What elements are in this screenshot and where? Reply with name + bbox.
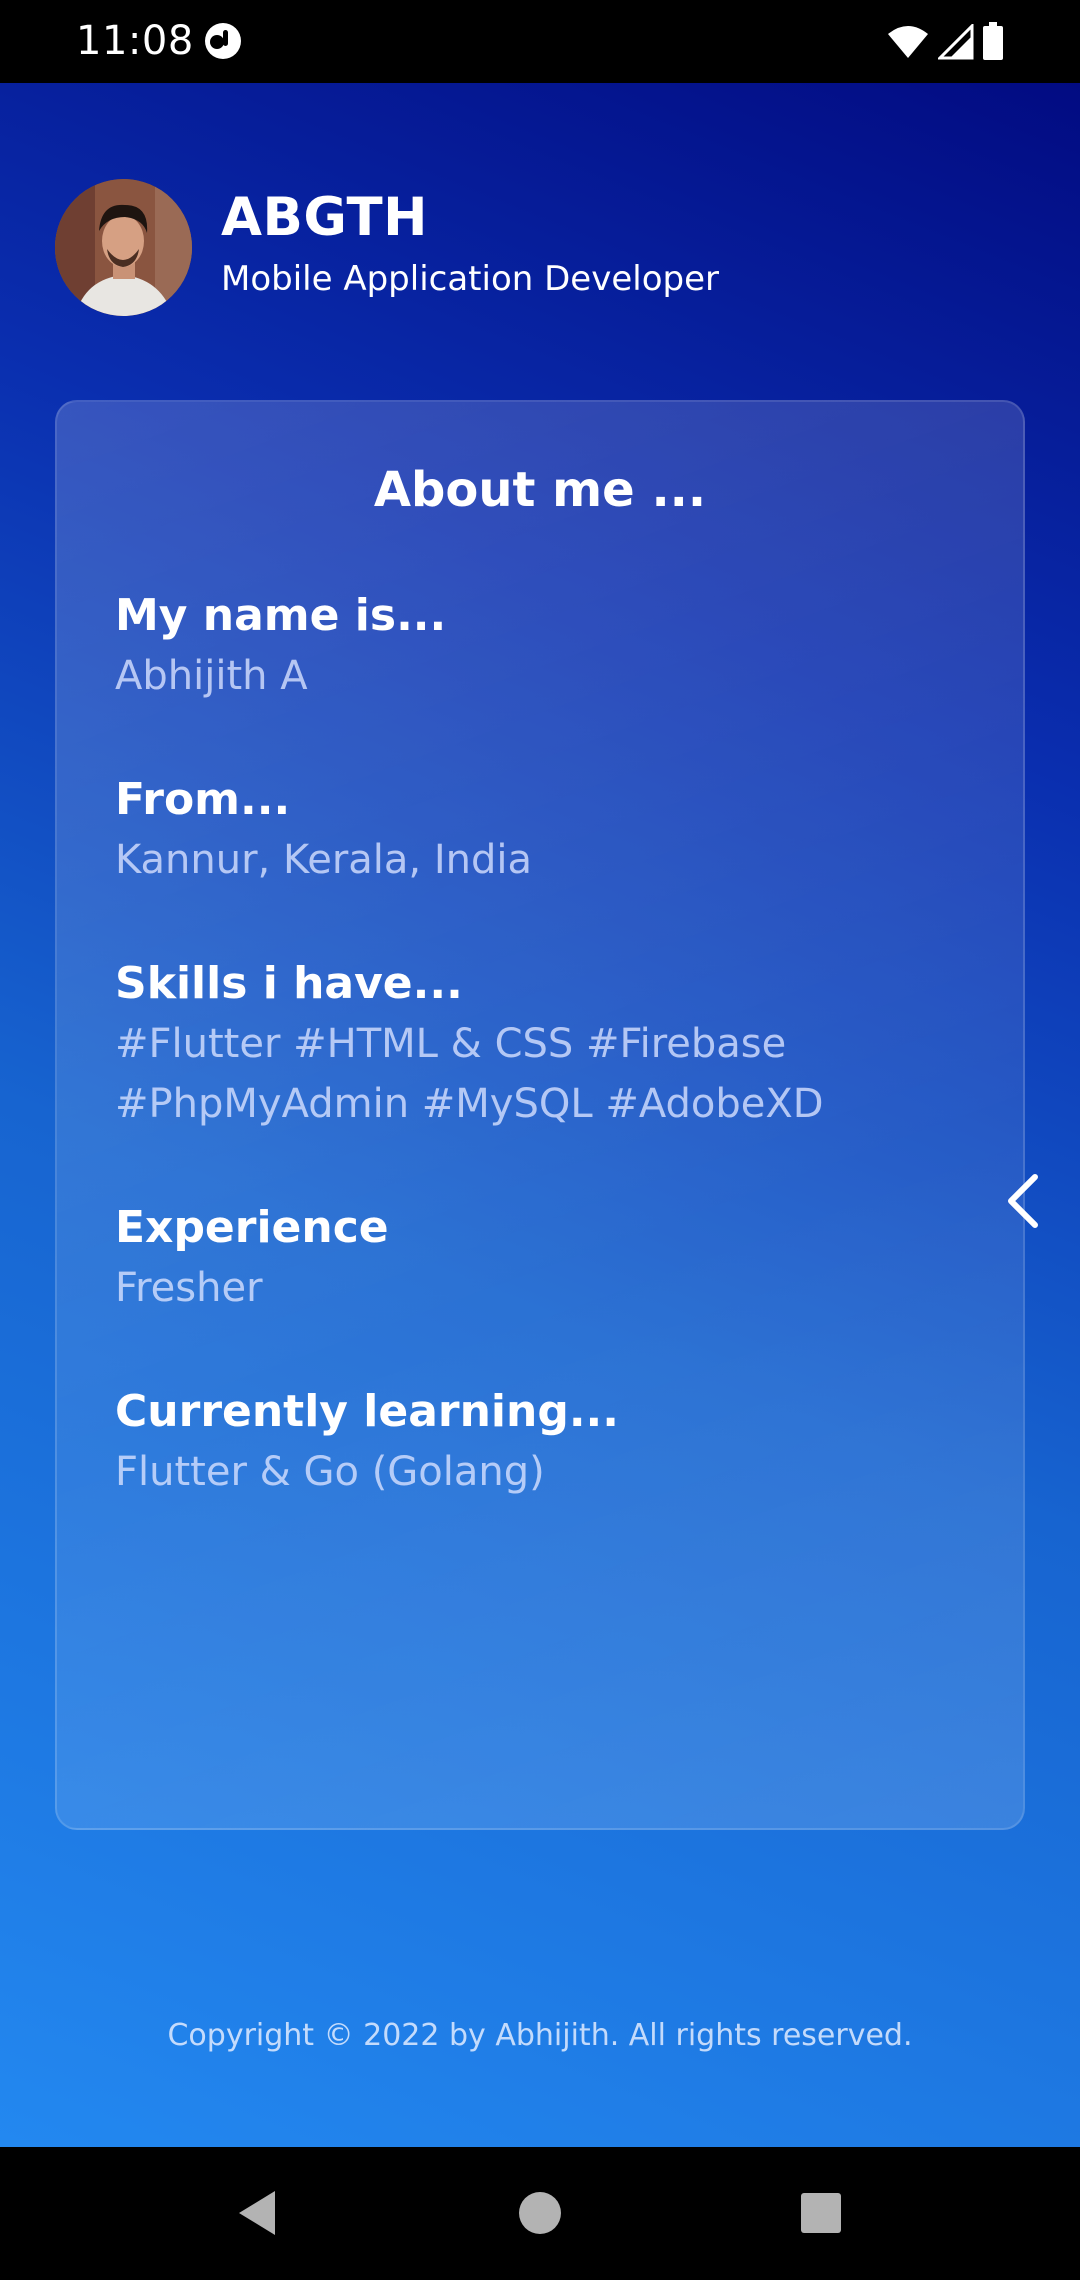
section-value: Abhijith A (115, 653, 308, 699)
system-navigation-bar (0, 2147, 1080, 2280)
section-name: My name is... Abhijith A (115, 586, 995, 706)
section-value: Fresher (115, 1265, 263, 1311)
status-bar: 11:08 (0, 0, 1080, 83)
section-heading: Skills i have... (115, 958, 463, 1009)
section-experience: Experience Fresher (115, 1198, 995, 1318)
battery-icon (983, 22, 1003, 60)
profile-role: Mobile Application Developer (221, 259, 719, 299)
chevron-left-icon[interactable] (1003, 1173, 1043, 1229)
profile-header: ABGTH Mobile Application Developer (55, 179, 1035, 319)
profile-photo-icon (55, 179, 192, 316)
status-icons (886, 22, 1004, 62)
profile-name: ABGTH (221, 187, 428, 248)
section-heading: Experience (115, 1202, 389, 1253)
recents-square-icon[interactable] (793, 2185, 849, 2241)
section-skills: Skills i have... #Flutter #HTML & CSS #F… (115, 954, 995, 1134)
section-value: Flutter & Go (Golang) (115, 1449, 545, 1495)
app-notification-icon (205, 23, 241, 59)
back-triangle-icon[interactable] (231, 2185, 287, 2241)
status-time: 11:08 (76, 18, 194, 64)
section-value: #PhpMyAdmin #MySQL #AdobeXD (115, 1081, 824, 1127)
section-heading: Currently learning... (115, 1386, 619, 1437)
app-content: ABGTH Mobile Application Developer About… (0, 83, 1080, 2147)
phone-screen: 11:08 ABGTH Mobile Application Developer… (0, 0, 1080, 2280)
section-heading: From... (115, 774, 291, 825)
home-circle-icon[interactable] (512, 2185, 568, 2241)
wifi-icon (888, 26, 928, 58)
section-value: Kannur, Kerala, India (115, 837, 532, 883)
section-value: #Flutter #HTML & CSS #Firebase (115, 1021, 787, 1067)
cellular-signal-icon (938, 24, 974, 60)
section-learning: Currently learning... Flutter & Go (Gola… (115, 1382, 995, 1502)
copyright-text: Copyright © 2022 by Abhijith. All rights… (167, 2018, 913, 2053)
card-title: About me ... (373, 462, 707, 518)
section-from: From... Kannur, Kerala, India (115, 770, 995, 890)
avatar[interactable] (55, 179, 192, 316)
section-heading: My name is... (115, 590, 447, 641)
about-card: About me ... My name is... Abhijith A Fr… (55, 400, 1025, 1830)
